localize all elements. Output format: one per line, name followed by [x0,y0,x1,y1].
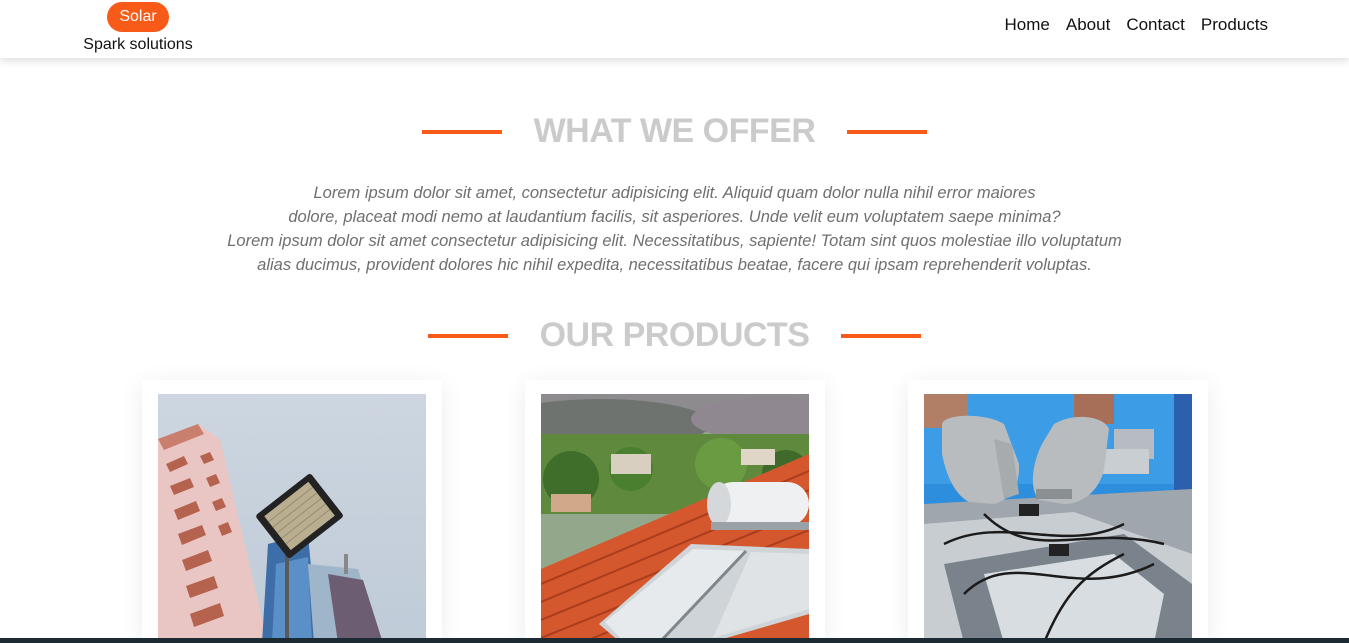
title-divider-right [841,333,922,338]
product-card-floodlight[interactable] [142,380,442,643]
offer-line: Lorem ipsum dolor sit amet consectetur a… [227,232,1122,250]
solar-water-heater-image [541,394,809,643]
brand-logo[interactable]: Solar Spark solutions [80,2,196,54]
navbar: Solar Spark solutions Home About Contact… [0,0,1349,58]
footer-bar [0,638,1349,643]
products-section-title: OUR PRODUCTS [0,316,1349,355]
nav-link-products[interactable]: Products [1201,15,1268,35]
product-card-installation[interactable] [908,380,1208,643]
nav-links: Home About Contact Products [1005,15,1268,35]
nav-link-about[interactable]: About [1066,15,1110,35]
offer-line: Lorem ipsum dolor sit amet, consectetur … [313,184,1036,202]
title-divider-right [847,129,928,134]
floodlight-image [158,394,426,643]
offer-heading: WHAT WE OFFER [533,112,816,150]
offer-line: alias ducimus, provident dolores hic nih… [257,256,1092,274]
brand-badge: Solar [107,2,169,32]
title-divider-left [427,333,508,338]
offer-line: dolore, placeat modi nemo at laudantium … [288,208,1061,226]
offer-description: Lorem ipsum dolor sit amet, consectetur … [0,181,1349,277]
products-heading: OUR PRODUCTS [539,316,810,354]
product-card-water-heater[interactable] [525,380,825,643]
solar-installation-image [924,394,1192,643]
nav-link-home[interactable]: Home [1005,15,1050,35]
title-divider-left [421,129,502,134]
offer-section-title: WHAT WE OFFER [0,112,1349,151]
nav-link-contact[interactable]: Contact [1126,15,1185,35]
brand-subtitle: Spark solutions [83,36,193,53]
